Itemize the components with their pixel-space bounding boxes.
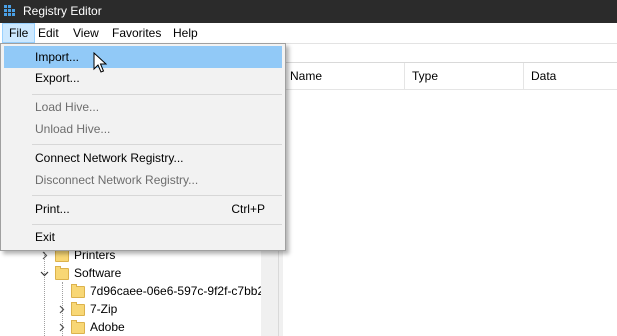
tree-node-7zip[interactable]: 7-Zip [0,300,260,318]
chevron-right-icon[interactable] [57,323,66,332]
menu-item-export[interactable]: Export... [4,67,282,89]
folder-icon [71,284,85,298]
menu-item-label: Connect Network Registry... [35,151,184,165]
menu-item-label: Disconnect Network Registry... [35,173,199,187]
tree-node-adobe[interactable]: Adobe [0,318,260,336]
chevron-down-icon[interactable] [40,269,49,278]
list-header: Name Type Data [283,63,617,90]
menu-item-label: Unload Hive... [35,122,111,136]
chevron-right-icon[interactable] [57,305,66,314]
window-title: Registry Editor [23,4,102,18]
menu-file[interactable]: File [2,23,36,43]
menu-favorites[interactable]: Favorites [106,23,167,43]
menu-item-label: Print... [35,202,70,216]
menu-item-exit[interactable]: Exit [4,226,282,248]
tree-node-label: Software [74,266,122,280]
menu-edit[interactable]: Edit [32,23,65,43]
folder-icon [71,320,85,334]
folder-icon [55,248,69,262]
menu-item-print[interactable]: Print... Ctrl+P [4,198,282,220]
menu-item-label: Exit [35,230,56,244]
menu-item-disconnect-network-registry[interactable]: Disconnect Network Registry... [4,169,282,191]
menu-separator [32,224,282,225]
menu-help[interactable]: Help [167,23,204,43]
chevron-right-icon[interactable] [40,251,49,260]
menu-item-connect-network-registry[interactable]: Connect Network Registry... [4,147,282,169]
menu-bar: File Edit View Favorites Help [0,23,617,43]
file-menu-dropdown: Import... Export... Load Hive... Unload … [0,43,286,251]
menu-item-label: Import... [35,50,80,64]
menu-item-load-hive[interactable]: Load Hive... [4,96,282,118]
menu-separator [32,195,282,196]
mouse-pointer-icon [93,52,107,73]
menu-view[interactable]: View [67,23,105,43]
tree-node-label: Adobe [90,320,125,334]
menu-separator [32,94,282,95]
tree-node-label: 7d96caee-06e6-597c-9f2f-c7bb2 [90,284,265,298]
tree-node-software[interactable]: Software [0,264,260,282]
menu-item-import[interactable]: Import... [4,46,282,68]
column-header-name[interactable]: Name [283,63,403,89]
menu-item-label: Load Hive... [35,100,100,114]
folder-icon [55,266,69,280]
column-header-type[interactable]: Type [405,63,524,89]
menu-item-shortcut: Ctrl+P [231,202,265,216]
tree-node-guid[interactable]: 7d96caee-06e6-597c-9f2f-c7bb2 [0,282,264,300]
tree-node-label: 7-Zip [90,302,118,316]
registry-editor-icon [4,5,15,16]
menu-separator [32,144,282,145]
menu-item-unload-hive[interactable]: Unload Hive... [4,118,282,140]
menu-item-label: Export... [35,71,80,85]
title-bar: Registry Editor [0,0,617,23]
column-header-data[interactable]: Data [524,63,617,89]
folder-icon [71,302,85,316]
